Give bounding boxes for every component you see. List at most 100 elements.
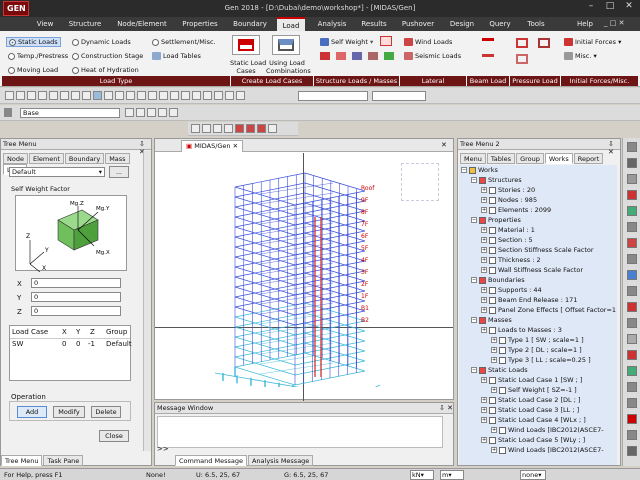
- delete-button[interactable]: Delete: [91, 406, 121, 418]
- side-tool-icon[interactable]: [627, 222, 637, 232]
- expand-icon[interactable]: +: [481, 297, 487, 303]
- tree-item[interactable]: − Structures: [459, 175, 617, 185]
- tab-node[interactable]: Node: [3, 153, 28, 164]
- side-tool-icon[interactable]: [627, 238, 637, 248]
- temp-prestress-radio[interactable]: Temp./Prestress: [8, 52, 68, 60]
- side-tool-icon[interactable]: [627, 302, 637, 312]
- expand-icon[interactable]: +: [481, 417, 487, 423]
- tree-item[interactable]: + Type 3 [ LL ; scale=0.25 ]: [459, 355, 617, 365]
- tree-item[interactable]: + Wall Stiffness Scale Factor: [459, 265, 617, 275]
- tree-item[interactable]: + Self Weight [ SZ=-1 ]: [459, 385, 617, 395]
- tab-properties[interactable]: Properties: [176, 17, 224, 31]
- static-loads-radio[interactable]: Static Loads: [6, 37, 61, 47]
- misc-button[interactable]: Misc. ▾: [564, 52, 597, 60]
- toolbar-base-icons[interactable]: [124, 108, 179, 117]
- side-tool-icon[interactable]: [627, 430, 637, 440]
- command-prompt[interactable]: >>: [157, 445, 169, 453]
- expand-icon[interactable]: +: [481, 287, 487, 293]
- expand-icon[interactable]: +: [481, 407, 487, 413]
- base-select[interactable]: Base: [20, 108, 120, 118]
- modify-button[interactable]: Modify: [53, 406, 85, 418]
- static-load-cases-button[interactable]: Static Load Cases: [230, 59, 266, 75]
- tree-item[interactable]: + Section : 5: [459, 235, 617, 245]
- toolbar-main-icons[interactable]: [4, 91, 246, 100]
- side-tool-icon[interactable]: [627, 270, 637, 280]
- tree-item[interactable]: + Static Load Case 3 [LL ; ]: [459, 405, 617, 415]
- tree-item[interactable]: + Panel Zone Effects [ Offset Factor=1 ;: [459, 305, 617, 315]
- tree-menu2-close-icon[interactable]: ⇩ ✕: [608, 140, 620, 156]
- expand-icon[interactable]: +: [481, 267, 487, 273]
- view-close-icon[interactable]: ✕: [441, 141, 447, 149]
- expand-icon[interactable]: +: [481, 377, 487, 383]
- load-case-more-button[interactable]: ...: [109, 166, 129, 178]
- expand-icon[interactable]: −: [471, 177, 477, 183]
- side-tool-icon[interactable]: [627, 206, 637, 216]
- self-weight-button[interactable]: Self Weight ▾: [320, 38, 373, 46]
- expand-icon[interactable]: +: [481, 397, 487, 403]
- group-select[interactable]: [372, 91, 426, 101]
- side-tool-icon[interactable]: [627, 286, 637, 296]
- expand-icon[interactable]: +: [481, 257, 487, 263]
- expand-icon[interactable]: +: [481, 187, 487, 193]
- tree-item[interactable]: + Stories : 20: [459, 185, 617, 195]
- load-combinations-icon[interactable]: [272, 35, 300, 55]
- tab-analysis-message[interactable]: Analysis Message: [247, 455, 314, 466]
- floor-load-small-icon[interactable]: [384, 52, 394, 60]
- tab-boundary[interactable]: Boundary: [64, 153, 105, 164]
- tree-item[interactable]: + Loads to Masses : 3: [459, 325, 617, 335]
- tree-item[interactable]: + Static Load Case 5 [WLy ; ]: [459, 435, 617, 445]
- tree-item[interactable]: + Elements : 2099: [459, 205, 617, 215]
- y-factor-input[interactable]: 0: [31, 292, 121, 302]
- initial-forces-button[interactable]: Initial Forces ▾: [564, 38, 621, 46]
- side-tool-icon[interactable]: [627, 398, 637, 408]
- expand-icon[interactable]: +: [491, 427, 497, 433]
- pressure-load-small-icon[interactable]: [336, 52, 346, 60]
- expand-icon[interactable]: +: [481, 237, 487, 243]
- maximize-icon[interactable]: □: [601, 1, 619, 15]
- z-factor-input[interactable]: 0: [31, 306, 121, 316]
- tab-view[interactable]: View: [30, 17, 60, 31]
- tab-task-pane[interactable]: Task Pane: [43, 455, 84, 466]
- tree-item[interactable]: + Type 1 [ SW ; scale=1 ]: [459, 335, 617, 345]
- expand-icon[interactable]: +: [491, 357, 497, 363]
- add-button[interactable]: Add: [17, 406, 47, 418]
- tree-item[interactable]: + Wind Loads [IBC2012(ASCE7-: [459, 445, 617, 455]
- expand-icon[interactable]: −: [471, 367, 477, 373]
- tree-item[interactable]: − Properties: [459, 215, 617, 225]
- tab-tree-menu[interactable]: Tree Menu: [1, 455, 43, 466]
- expand-icon[interactable]: −: [471, 277, 477, 283]
- tree-item[interactable]: + Section Stiffness Scale Factor: [459, 245, 617, 255]
- side-tool-icon[interactable]: [627, 414, 637, 424]
- length-unit-select[interactable]: m▾: [440, 470, 464, 480]
- nodal-load-icon[interactable]: [380, 36, 392, 46]
- expand-icon[interactable]: +: [491, 337, 497, 343]
- expand-icon[interactable]: +: [481, 307, 487, 313]
- expand-icon[interactable]: −: [461, 167, 467, 173]
- static-load-cases-icon[interactable]: [232, 35, 260, 55]
- line-beam-load-icon[interactable]: [482, 54, 494, 64]
- using-load-combinations-button[interactable]: Using Load Combinations: [266, 59, 311, 75]
- tab-tools[interactable]: Tools: [520, 17, 552, 31]
- assign-pressure-icon[interactable]: [516, 38, 528, 48]
- tab-analysis[interactable]: Analysis: [310, 17, 354, 31]
- close-button[interactable]: Close: [99, 430, 129, 442]
- side-tool-icon[interactable]: [627, 350, 637, 360]
- tree-menu-scrollbar[interactable]: [143, 151, 151, 451]
- expand-icon[interactable]: +: [491, 447, 497, 453]
- expand-icon[interactable]: +: [491, 347, 497, 353]
- side-tool-icon[interactable]: [627, 158, 637, 168]
- tab-tables[interactable]: Tables: [486, 153, 516, 164]
- tab-load[interactable]: Load: [277, 17, 305, 31]
- tree-item[interactable]: − Static Loads: [459, 365, 617, 375]
- tree-item[interactable]: − Works: [459, 165, 617, 175]
- tab-command-message[interactable]: Command Message: [175, 455, 247, 466]
- view-select[interactable]: [298, 91, 368, 101]
- tab-group[interactable]: Group: [516, 153, 544, 164]
- tree-item[interactable]: + Static Load Case 2 [DL ; ]: [459, 395, 617, 405]
- side-tool-icon[interactable]: [627, 174, 637, 184]
- tab-boundary[interactable]: Boundary: [226, 17, 274, 31]
- expand-icon[interactable]: −: [471, 217, 477, 223]
- tree-item[interactable]: + Static Load Case 4 [WLx ; ]: [459, 415, 617, 425]
- expand-icon[interactable]: +: [481, 227, 487, 233]
- tab-results[interactable]: Results: [356, 17, 392, 31]
